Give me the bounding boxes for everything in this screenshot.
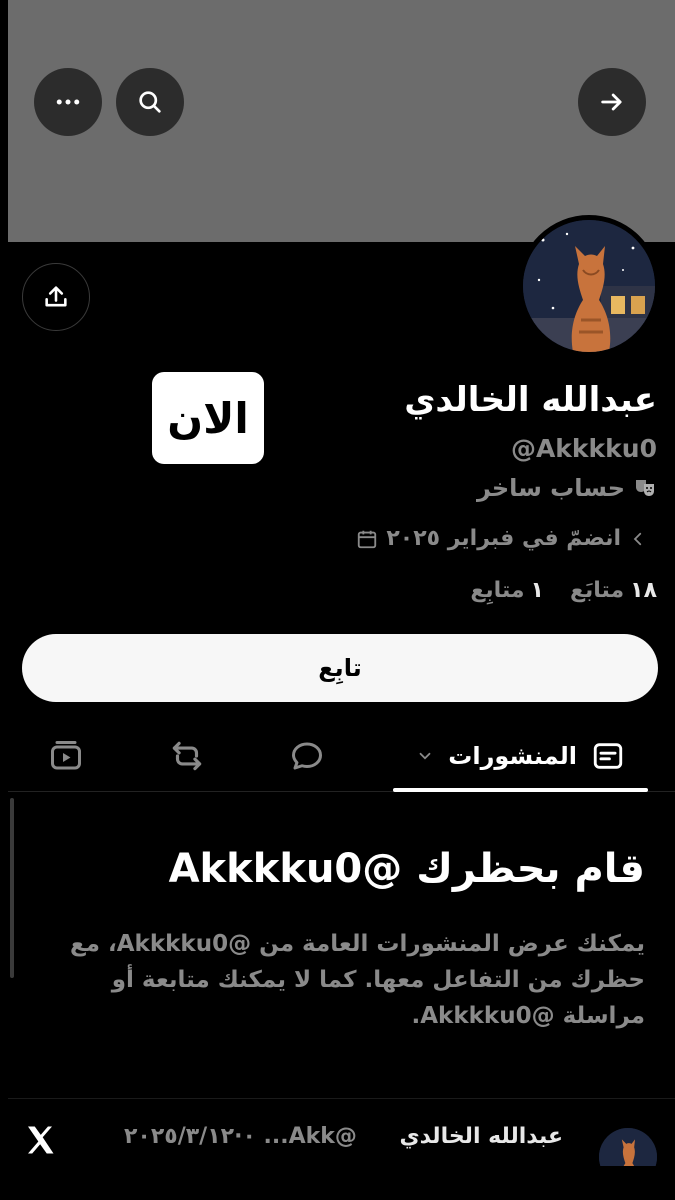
active-tab-indicator	[393, 788, 648, 792]
following-stat[interactable]: ١٨متابَع	[570, 578, 657, 603]
following-count: ١٨	[630, 578, 657, 603]
back-button[interactable]	[578, 68, 646, 136]
sticker-text: الان	[167, 393, 249, 443]
more-horizontal-icon	[56, 99, 80, 105]
post-meta: @Akk... ٠·٢٠٢٥/٣/١٢	[124, 1124, 357, 1149]
tab-reposts[interactable]	[151, 720, 223, 792]
profile-tabs: المنشورات	[8, 720, 675, 792]
following-label: متابَع	[569, 578, 625, 603]
blocked-description: يمكنك عرض المنشورات العامة من @Akkkku0، …	[70, 931, 645, 1029]
profile-bio: حساب ساخر	[477, 474, 657, 502]
joined-date[interactable]: انضمّ في فبراير ٢٠٢٥	[356, 526, 647, 551]
bio-text: حساب ساخر	[476, 474, 625, 502]
scroll-indicator	[10, 798, 14, 978]
followers-count: ١	[530, 578, 544, 603]
username-handle: @Akkkku0	[510, 434, 657, 463]
bottom-safe-area	[0, 1166, 675, 1200]
posts-tab-icon	[591, 739, 625, 773]
divider	[8, 1098, 675, 1099]
story-sticker: الان	[152, 372, 264, 464]
followers-stat[interactable]: ١متابِع	[470, 578, 544, 603]
more-button[interactable]	[34, 68, 102, 136]
cat-avatar-image	[523, 220, 655, 352]
profile-cover	[8, 0, 675, 242]
followers-label: متابِع	[470, 578, 525, 603]
profile-avatar[interactable]	[518, 215, 660, 357]
repost-icon	[172, 741, 202, 771]
theater-masks-icon	[633, 476, 657, 500]
follow-button-label: تابِع	[318, 654, 362, 682]
share-upload-icon	[45, 286, 67, 307]
tab-posts[interactable]: المنشورات	[392, 720, 647, 792]
tab-replies[interactable]	[271, 720, 343, 792]
video-media-icon	[51, 741, 81, 770]
search-icon	[139, 91, 161, 113]
x-logo-icon	[22, 1122, 58, 1158]
follow-stats: ١٨متابَع ١متابِع	[470, 578, 657, 603]
search-button[interactable]	[116, 68, 184, 136]
reply-bubble-icon	[292, 742, 322, 770]
blocked-title: قام بحظرك @Akkkku0	[168, 846, 645, 892]
chevron-down-icon[interactable]	[416, 747, 434, 765]
arrow-right-icon	[601, 93, 622, 111]
display-name: عبدالله الخالدي	[404, 380, 657, 420]
share-button[interactable]	[22, 263, 90, 331]
follow-button[interactable]: تابِع	[22, 634, 658, 702]
calendar-icon	[356, 528, 378, 550]
post-author-name: عبدالله الخالدي	[399, 1124, 563, 1149]
tab-media[interactable]	[30, 720, 102, 792]
tab-posts-label: المنشورات	[448, 742, 577, 770]
profile-screen: الان عبدالله الخالدي @Akkkku0 حساب ساخر …	[0, 0, 675, 1200]
chevron-left-icon	[629, 530, 647, 548]
joined-text: انضمّ في فبراير ٢٠٢٥	[386, 526, 621, 551]
